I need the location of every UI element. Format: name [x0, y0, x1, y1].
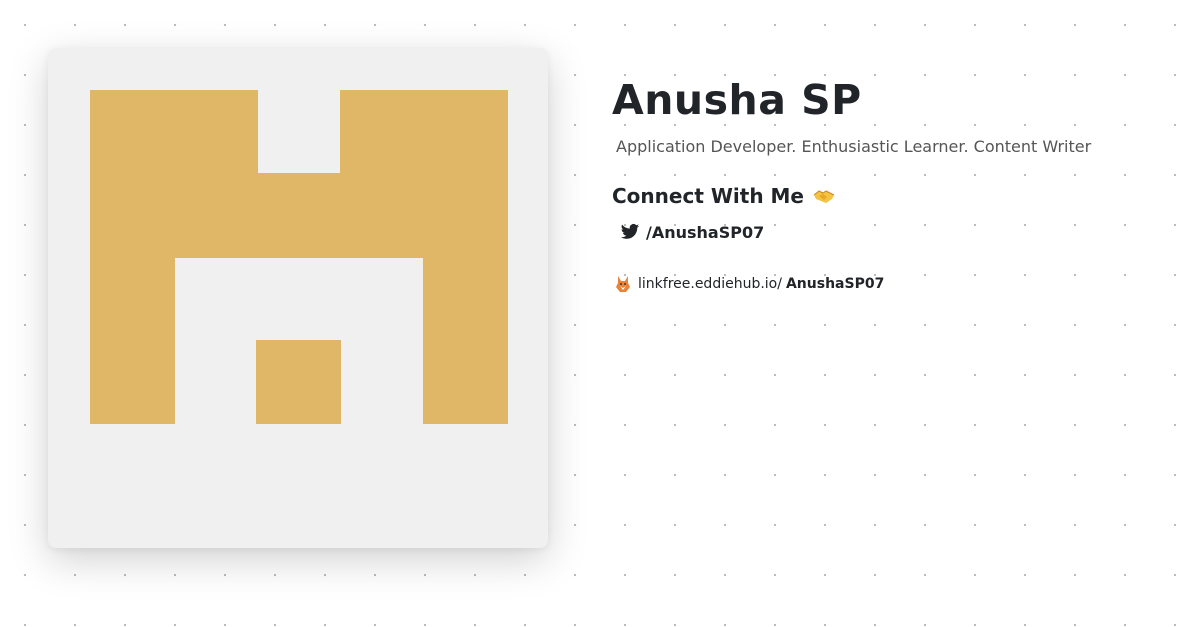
linkfree-link[interactable]: linkfree.eddiehub.io/ AnushaSP07	[614, 274, 1172, 294]
avatar	[48, 48, 548, 548]
profile-bio: Application Developer. Enthusiastic Lear…	[616, 137, 1092, 156]
linkfree-handle: AnushaSP07	[785, 276, 885, 292]
connect-heading: Connect With Me	[612, 182, 1172, 210]
twitter-handle: /AnushaSP07	[646, 222, 765, 242]
identicon-block-center	[256, 340, 341, 424]
handshake-icon	[812, 184, 836, 208]
fox-icon	[614, 274, 632, 294]
profile-name: Anusha SP	[612, 76, 862, 124]
social-link-twitter[interactable]: /AnushaSP07	[620, 222, 1172, 242]
identicon-image	[90, 90, 508, 428]
identicon-block-bridge	[253, 173, 345, 258]
profile-info: Anusha SP Application Developer. Enthusi…	[612, 72, 1172, 294]
connect-heading-label: Connect With Me	[612, 184, 804, 208]
linkfree-domain: linkfree.eddiehub.io/	[638, 276, 782, 292]
twitter-icon	[620, 222, 640, 242]
